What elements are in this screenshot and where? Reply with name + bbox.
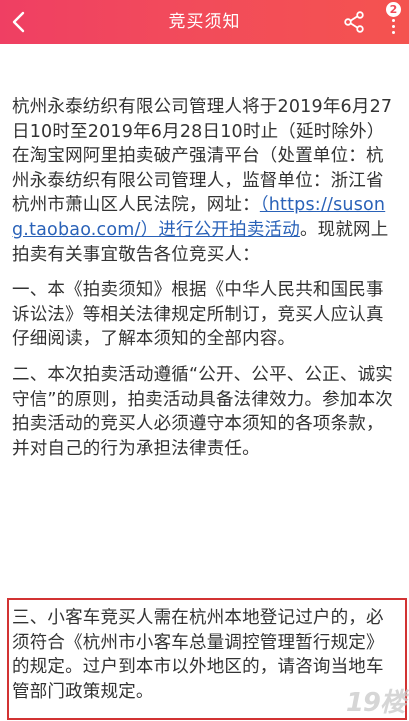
section-2: 二、本次拍卖活动遵循“公开、公平、公正、诚实守信”的原则，拍卖活动具备法律效力。… [12, 364, 393, 459]
section-1: 一、本《拍卖须知》根据《中华人民共和国民事诉讼法》等相关法律规定所制订，竞买人应… [12, 280, 384, 350]
notification-badge: 2 [386, 2, 401, 17]
watermark-logo: 19楼 [345, 688, 406, 718]
share-button[interactable] [342, 10, 366, 34]
page: 竞买须知 2 杭州永泰纺织有限公司管理人将于2019年6月27日10时至2019… [0, 0, 409, 721]
intro-paragraph: 杭州永泰纺织有限公司管理人将于2019年6月27日10时至2019年6月28日1… [12, 95, 400, 267]
notice-body: 杭州永泰纺织有限公司管理人将于2019年6月27日10时至2019年6月28日1… [12, 95, 400, 461]
section-3: 三、小客车竞买人需在杭州本地登记过户的，必须符合《杭州市小客车总量调控管理暂行规… [12, 608, 384, 702]
more-dots-icon [392, 19, 396, 37]
share-icon [344, 11, 364, 33]
top-bar: 竞买须知 2 [0, 0, 409, 44]
